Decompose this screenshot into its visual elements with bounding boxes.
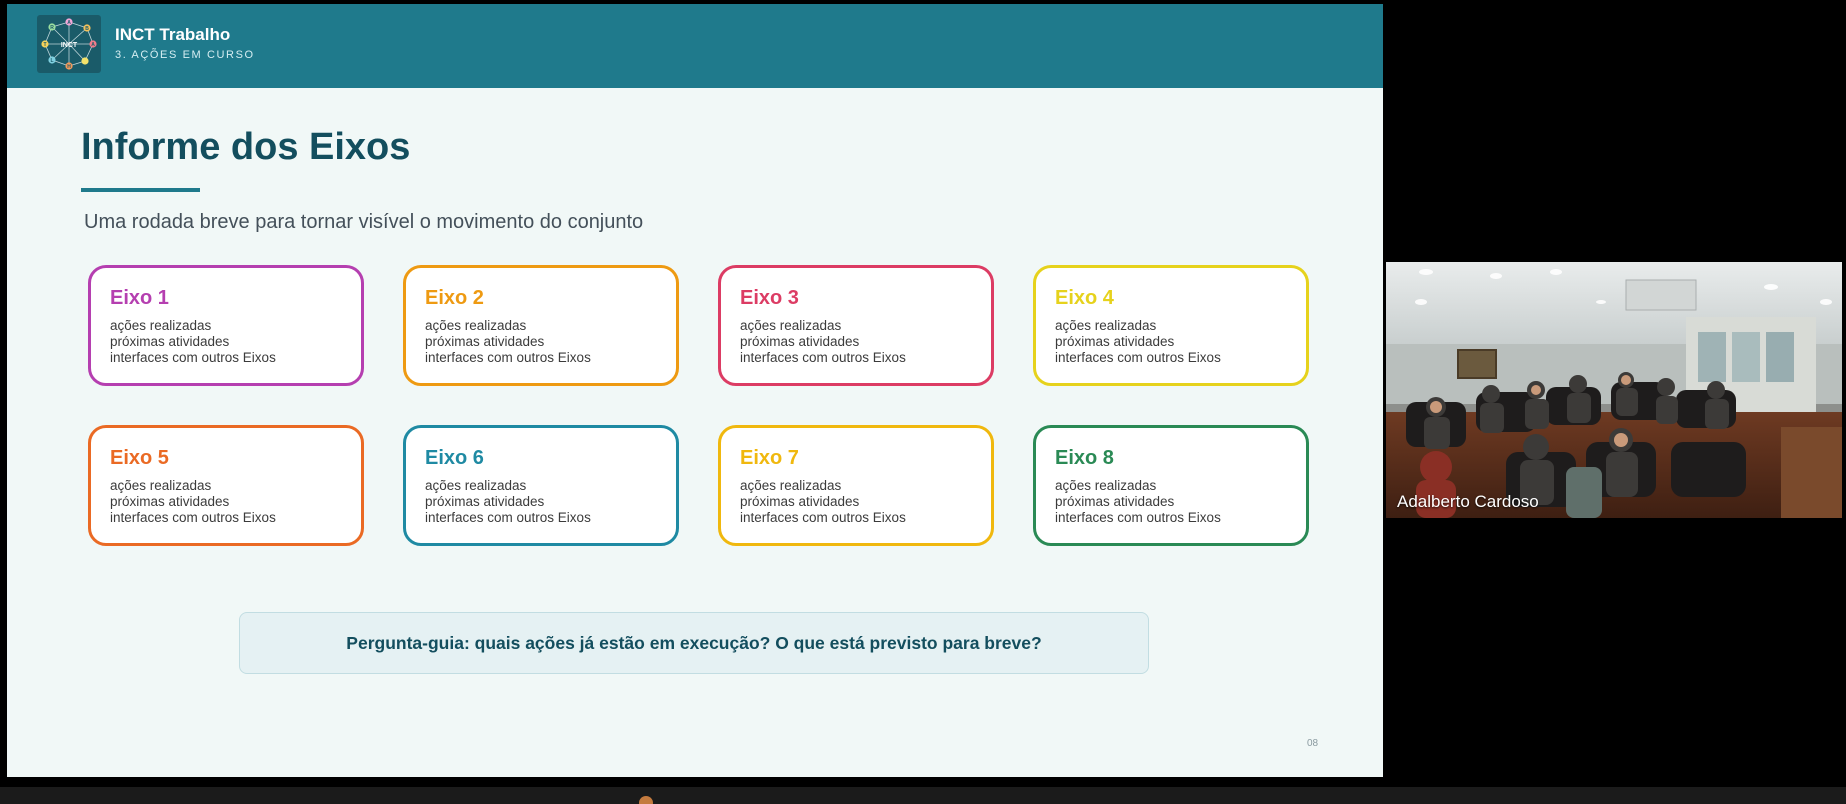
slide-subtitle: Uma rodada breve para tornar visível o m… [84, 211, 644, 233]
eixo-card-line: interfaces com outros Eixos [425, 510, 591, 525]
logo-letter: B [85, 26, 89, 32]
eixo-card-line: ações realizadas [110, 478, 212, 493]
participant-video-tile[interactable]: Adalberto Cardoso [1386, 262, 1842, 518]
inct-logo: INCT R A B A H L T [37, 15, 101, 73]
eixo-card-line: próximas atividades [740, 334, 860, 349]
eixo-card-line: ações realizadas [1055, 478, 1157, 493]
guiding-question-box: Pergunta-guia: quais ações já estão em e… [239, 612, 1149, 674]
eixo-card-line: próximas atividades [1055, 334, 1175, 349]
logo-letter: A [67, 20, 71, 26]
eixo-card: Eixo 2 ações realizadas próximas ativida… [403, 265, 679, 386]
presentation-slide: INCT R A B A H L T INCT Trabalho 3. AÇÕE… [7, 4, 1383, 777]
logo-letter: L [50, 58, 53, 64]
eixo-card-title: Eixo 5 [110, 447, 169, 469]
eixo-card-line: interfaces com outros Eixos [110, 510, 276, 525]
eixo-card-line: interfaces com outros Eixos [1055, 350, 1221, 365]
eixo-card-line: próximas atividades [110, 334, 230, 349]
slide-page-number: 08 [1307, 738, 1319, 749]
user-avatar-icon[interactable] [639, 796, 653, 804]
logo-letter: A [91, 42, 95, 48]
eixo-card-title: Eixo 2 [425, 287, 484, 309]
header-section-label: 3. AÇÕES EM CURSO [115, 49, 255, 61]
eixo-card: Eixo 4 ações realizadas próximas ativida… [1033, 265, 1309, 386]
eixo-card-title: Eixo 3 [740, 287, 799, 309]
eixo-card-line: próximas atividades [740, 494, 860, 509]
header-title: INCT Trabalho [115, 25, 231, 44]
eixo-card-line: interfaces com outros Eixos [425, 350, 591, 365]
title-underline [81, 188, 200, 192]
eixo-card: Eixo 3 ações realizadas próximas ativida… [718, 265, 994, 386]
eixo-card-line: interfaces com outros Eixos [1055, 510, 1221, 525]
eixo-card: Eixo 5 ações realizadas próximas ativida… [88, 425, 364, 546]
eixo-card-line: próximas atividades [425, 334, 545, 349]
eixo-card-line: interfaces com outros Eixos [110, 350, 276, 365]
slide-header: INCT R A B A H L T INCT Trabalho 3. AÇÕE… [7, 4, 1383, 88]
meeting-bottom-bar [0, 787, 1846, 804]
eixo-card-line: ações realizadas [425, 318, 527, 333]
eixo-card: Eixo 1 ações realizadas próximas ativida… [88, 265, 364, 386]
slide-title: Informe dos Eixos [81, 126, 411, 168]
eixo-card-line: ações realizadas [425, 478, 527, 493]
eixo-card-title: Eixo 6 [425, 447, 484, 469]
eixo-card: Eixo 7 ações realizadas próximas ativida… [718, 425, 994, 546]
eixo-card-line: ações realizadas [1055, 318, 1157, 333]
video-feed-image [1386, 262, 1842, 518]
logo-letter: H [67, 64, 71, 70]
eixo-card-line: próximas atividades [1055, 494, 1175, 509]
eixo-card-line: próximas atividades [110, 494, 230, 509]
eixo-card-line: próximas atividades [425, 494, 545, 509]
eixo-card-title: Eixo 8 [1055, 447, 1114, 469]
eixo-card-line: interfaces com outros Eixos [740, 510, 906, 525]
logo-letter: T [43, 42, 46, 48]
guiding-question: Pergunta-guia: quais ações já estão em e… [346, 632, 1042, 653]
eixo-card-title: Eixo 1 [110, 287, 169, 309]
logo-text: INCT [61, 42, 78, 49]
eixo-card-line: ações realizadas [740, 318, 842, 333]
eixo-card-title: Eixo 4 [1055, 287, 1114, 309]
eixo-card: Eixo 6 ações realizadas próximas ativida… [403, 425, 679, 546]
eixo-card-line: interfaces com outros Eixos [740, 350, 906, 365]
participant-name-label: Adalberto Cardoso [1397, 492, 1539, 511]
eixo-card: Eixo 8 ações realizadas próximas ativida… [1033, 425, 1309, 546]
eixo-card-line: ações realizadas [740, 478, 842, 493]
logo-letter: R [50, 25, 54, 31]
eixo-card-title: Eixo 7 [740, 447, 799, 469]
eixo-card-line: ações realizadas [110, 318, 212, 333]
